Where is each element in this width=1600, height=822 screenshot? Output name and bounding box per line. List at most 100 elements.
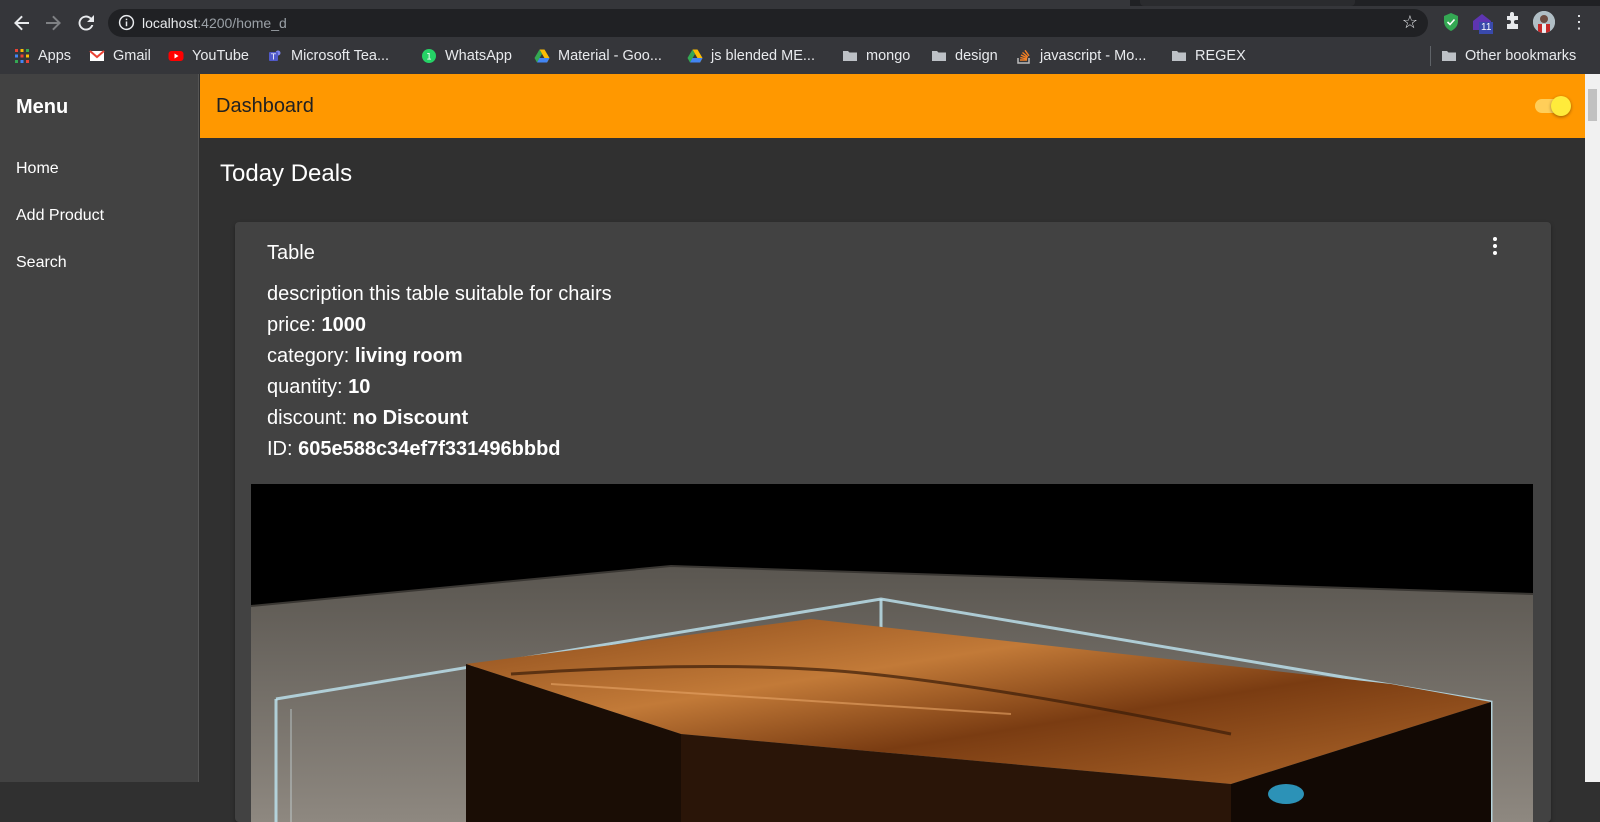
sidebar-item-search[interactable]: Search (0, 243, 199, 283)
bookmark-label: YouTube (192, 48, 249, 64)
browser-tab[interactable] (1140, 0, 1355, 6)
url-path: :4200/home_d (197, 15, 287, 31)
sidebar-item-home[interactable]: Home (0, 149, 199, 189)
browser-chrome: localhost:4200/home_d ☆ 11 ⋮ Apps Gmail … (0, 0, 1600, 74)
svg-text:1: 1 (426, 53, 432, 63)
shield-extension-icon[interactable] (1440, 11, 1462, 33)
arrow-left-icon (14, 15, 29, 31)
bookmark-teams[interactable]: T Microsoft Tea... (267, 46, 389, 66)
product-category: category: living room (267, 345, 463, 368)
folder-icon (1442, 51, 1456, 61)
price-value: 1000 (321, 314, 366, 336)
category-value: living room (354, 345, 463, 367)
product-image (251, 484, 1533, 822)
page-scrollbar[interactable] (1585, 74, 1600, 782)
discount-label: discount: (267, 407, 353, 429)
apps-grid-icon (15, 49, 29, 63)
folder-icon (1172, 51, 1186, 61)
bookmark-whatsapp[interactable]: 1 WhatsApp (421, 46, 512, 66)
scrollbar-thumb[interactable] (1588, 89, 1597, 121)
side-menu: Menu Home Add Product Search (0, 74, 199, 782)
bookmark-javascript[interactable]: javascript - Mo... (1016, 46, 1146, 66)
sidebar-item-label: Search (16, 254, 67, 271)
info-icon[interactable] (118, 14, 135, 31)
sidebar-item-add-product[interactable]: Add Product (0, 196, 199, 236)
avatar-icon (1533, 11, 1555, 33)
forward-button[interactable] (39, 9, 67, 37)
folder-icon (843, 51, 857, 61)
back-button[interactable] (8, 9, 36, 37)
badge-extension-icon[interactable]: 11 (1471, 11, 1494, 34)
product-discount: discount: no Discount (267, 407, 468, 430)
tab-strip (0, 0, 1600, 6)
reload-icon (78, 15, 94, 31)
bookmark-label: REGEX (1195, 48, 1246, 64)
drive-icon (687, 49, 703, 63)
bookmark-label: js blended ME... (711, 48, 815, 64)
bookmark-label: Microsoft Tea... (291, 48, 390, 64)
puzzle-extensions-icon[interactable] (1502, 11, 1524, 33)
price-label: price: (267, 314, 322, 336)
product-title: Table (267, 242, 315, 264)
product-price: price: 1000 (267, 314, 366, 337)
more-vert-icon[interactable] (1483, 234, 1507, 258)
bookmark-label: Gmail (113, 48, 151, 64)
theme-toggle[interactable] (1533, 94, 1571, 118)
product-description: description this table suitable for chai… (267, 283, 612, 305)
bookmarks-bar: Apps Gmail YouTube T Microsoft Tea... 1 … (0, 42, 1600, 70)
bookmark-youtube[interactable]: YouTube (168, 46, 249, 66)
menu-title: Menu (16, 96, 69, 118)
profile-avatar[interactable] (1533, 11, 1555, 33)
bookmark-folder-regex[interactable]: REGEX (1171, 46, 1246, 66)
stackoverflow-icon (1017, 49, 1030, 64)
extension-badge: 11 (1479, 22, 1494, 34)
id-value: 605e588c34ef7f331496bbbd (298, 438, 561, 460)
toggle-thumb (1551, 96, 1571, 116)
kebab-menu-icon[interactable]: ⋮ (1568, 11, 1590, 33)
bookmark-apps[interactable]: Apps (14, 46, 71, 66)
bookmark-folder-design[interactable]: design (931, 46, 998, 66)
category-label: category: (267, 345, 355, 367)
discount-value: no Discount (352, 407, 469, 429)
folder-icon (932, 51, 946, 61)
bookmark-label: WhatsApp (445, 48, 512, 64)
address-bar[interactable]: localhost:4200/home_d ☆ (108, 9, 1428, 37)
url-text: localhost:4200/home_d (142, 15, 287, 31)
other-bookmarks-label: Other bookmarks (1465, 48, 1577, 64)
section-title: Today Deals (220, 160, 353, 187)
product-id: ID: 605e588c34ef7f331496bbbd (267, 438, 561, 461)
other-bookmarks[interactable]: Other bookmarks (1441, 46, 1576, 66)
gmail-icon (89, 50, 105, 61)
bookmark-label: javascript - Mo... (1040, 48, 1147, 64)
bookmark-label: design (955, 48, 998, 64)
sidebar-item-label: Add Product (16, 207, 105, 224)
bookmark-star-icon[interactable]: ☆ (1402, 12, 1418, 33)
bookmark-gmail[interactable]: Gmail (89, 46, 151, 66)
page-title: Dashboard (216, 95, 314, 117)
bookmark-label: mongo (866, 48, 911, 64)
reload-button[interactable] (72, 9, 100, 37)
top-toolbar: Dashboard (200, 74, 1585, 138)
drive-icon (534, 49, 550, 63)
svg-text:T: T (270, 53, 276, 62)
product-card: Table description this table suitable fo… (235, 222, 1551, 822)
quantity-value: 10 (348, 376, 371, 398)
youtube-icon (168, 51, 184, 61)
url-host: localhost (142, 15, 198, 31)
main-content: Today Deals Table description this table… (200, 138, 1585, 822)
arrow-right-icon (46, 15, 61, 31)
bookmark-js-blended[interactable]: js blended ME... (687, 46, 815, 66)
active-tab[interactable] (0, 0, 1130, 6)
whatsapp-icon: 1 (422, 49, 436, 63)
bookmark-label: Material - Goo... (558, 48, 662, 64)
product-quantity: quantity: 10 (267, 376, 370, 399)
teams-icon: T (269, 50, 281, 62)
bookmarks-separator (1430, 46, 1431, 66)
table-photo (251, 484, 1533, 822)
bookmark-folder-mongo[interactable]: mongo (842, 46, 910, 66)
quantity-label: quantity: (267, 376, 349, 398)
id-label: ID: (267, 438, 299, 460)
sidebar-item-label: Home (16, 160, 59, 177)
bookmark-label: Apps (38, 48, 72, 64)
bookmark-material[interactable]: Material - Goo... (534, 46, 662, 66)
